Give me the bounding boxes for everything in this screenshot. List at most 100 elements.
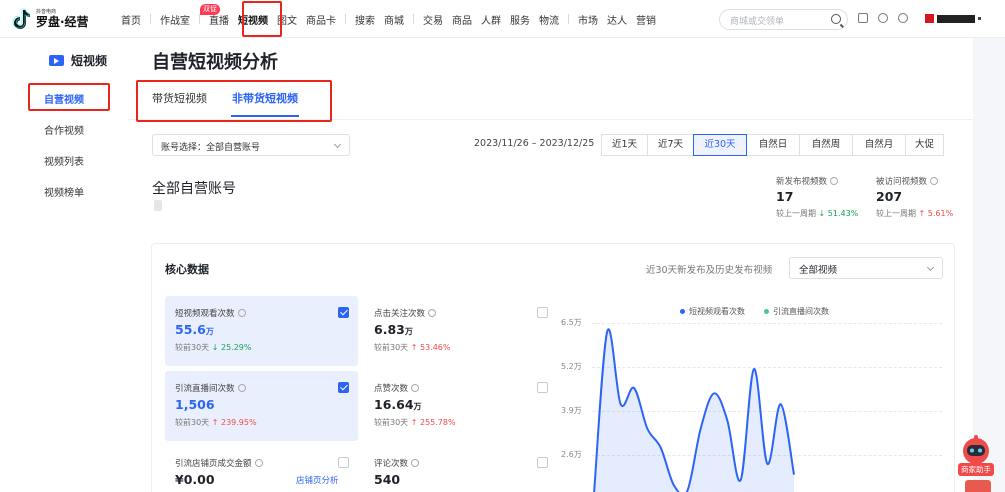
metric-change: 较前30天 ↓ 25.29% (175, 343, 252, 352)
assistant-label[interactable]: 商家助手 (958, 463, 994, 476)
highlight-box-tabs (136, 80, 332, 122)
help-icon (930, 177, 939, 185)
nav-item-search[interactable]: 搜索 (355, 12, 375, 27)
search-placeholder: 商城或交领单 (730, 17, 785, 27)
core-data-card: 核心数据 近30天新发布及历史发布视频 全部视频 短视频观看次数 55.6万 较… (151, 243, 955, 492)
metric-likes[interactable]: 点赞次数 16.64万 较前30天 ↑ 255.78% (364, 371, 557, 441)
metric-value: ¥0.00 (175, 472, 215, 487)
tiktok-logo-icon (12, 8, 32, 30)
metric-checkbox[interactable] (537, 457, 548, 468)
metric-checkbox[interactable] (537, 382, 548, 393)
nav-item-home[interactable]: 首页 (121, 12, 141, 27)
sidebar-title: 短视频 (49, 52, 107, 69)
video-scope-select[interactable]: 全部视频 (789, 257, 943, 279)
logo[interactable]: 抖音电商 罗盘·经营 (12, 8, 89, 30)
sidebar-title-label: 短视频 (71, 54, 108, 68)
y-tick-label: 3.9万 (561, 406, 582, 415)
help-icon (237, 309, 246, 317)
metric-label: 评论次数 (374, 457, 420, 469)
metric-checkbox[interactable] (537, 307, 548, 318)
user-icon[interactable] (878, 13, 888, 23)
range-promo-button[interactable]: 大促 (905, 134, 944, 156)
account-select[interactable]: 账号选择：全部自营账号 (152, 134, 350, 156)
metric-label: 引流店铺页成交金额 (175, 457, 263, 469)
kpi-new-videos-label: 新发布视频数 (776, 175, 839, 187)
y-tick-label: 6.5万 (561, 318, 582, 327)
nav-item-audience[interactable]: 人群 (481, 12, 501, 27)
sidebar-item-partner-videos[interactable]: 合作视频 (44, 122, 84, 137)
nav-item-product-card[interactable]: 商品卡 (306, 12, 336, 27)
right-gutter (973, 38, 1005, 492)
sidebar-item-video-ranking[interactable]: 视频榜单 (44, 184, 84, 199)
nav-item-mall[interactable]: 商城 (384, 12, 404, 27)
range-selector: 近1天 近7天 近30天 自然日 自然周 自然月 大促 (601, 134, 944, 156)
nav-divider (568, 14, 569, 24)
kpi-new-videos-value: 17 (776, 189, 794, 204)
kpi-visited-videos-label: 被访问视频数 (876, 175, 939, 187)
help-icon (411, 384, 420, 392)
nav-item-market[interactable]: 市场 (578, 12, 598, 27)
help-icon (428, 309, 437, 317)
nav-item-product[interactable]: 商品 (452, 12, 472, 27)
kpi-new-videos-change: 较上一周期 ↓ 51.43% (776, 209, 859, 218)
line-chart[interactable] (584, 302, 944, 492)
range-natural-month-button[interactable]: 自然月 (852, 134, 906, 156)
core-data-title: 核心数据 (165, 263, 209, 276)
nav-divider (413, 14, 414, 24)
metric-label: 引流直播间次数 (175, 382, 246, 394)
metric-value: 6.83万 (374, 322, 413, 337)
nav-item-trade[interactable]: 交易 (423, 12, 443, 27)
metric-video-views[interactable]: 短视频观看次数 55.6万 较前30天 ↓ 25.29% (165, 296, 358, 366)
monitor-icon[interactable] (858, 13, 868, 23)
section-title: 全部自营账号 (152, 181, 236, 197)
chevron-down-icon (333, 140, 342, 149)
nav-divider (150, 14, 151, 24)
search-icon[interactable] (831, 14, 841, 24)
metric-checkbox[interactable] (338, 307, 349, 318)
metric-comments[interactable]: 评论次数 540 (364, 446, 557, 492)
nav-item-service[interactable]: 服务 (510, 12, 530, 27)
sidebar-item-video-list[interactable]: 视频列表 (44, 153, 84, 168)
store-page-analysis-link[interactable]: 店铺页分析 (296, 474, 339, 486)
video-icon (49, 55, 64, 66)
toolbar-icons (858, 13, 908, 23)
nav-item-war-room[interactable]: 作战室 (160, 12, 190, 27)
account-avatar-placeholder (154, 200, 162, 211)
metric-value: 55.6万 (175, 322, 214, 337)
chevron-down-icon (926, 263, 935, 272)
metric-live-room-traffic[interactable]: 引流直播间次数 1,506 较前30天 ↑ 239.95% (165, 371, 358, 441)
range-1d-button[interactable]: 近1天 (601, 134, 648, 156)
kpi-visited-videos-value: 207 (876, 189, 903, 204)
range-7d-button[interactable]: 近7天 (647, 134, 694, 156)
help-icon (411, 459, 420, 467)
account-select-value: 账号选择：全部自营账号 (161, 143, 261, 153)
promo-badge: 双促 (200, 4, 220, 15)
nav-item-influencer[interactable]: 达人 (607, 12, 627, 27)
metric-follow-clicks[interactable]: 点击关注次数 6.83万 较前30天 ↑ 53.46% (364, 296, 557, 366)
page-title: 自营短视频分析 (152, 52, 278, 73)
highlight-box-sidebar (28, 83, 110, 111)
nav-divider (199, 14, 200, 24)
back-to-top-button[interactable] (965, 480, 991, 492)
metric-value: 1,506 (175, 397, 215, 412)
y-tick-label: 2.6万 (561, 450, 582, 459)
kpi-visited-videos-change: 较上一周期 ↑ 5.61% (876, 209, 954, 218)
range-natural-day-button[interactable]: 自然日 (746, 134, 800, 156)
info-icon[interactable] (898, 13, 908, 23)
highlight-box-nav (242, 1, 282, 37)
range-30d-button[interactable]: 近30天 (693, 134, 747, 156)
range-natural-week-button[interactable]: 自然周 (799, 134, 853, 156)
nav-item-logistics[interactable]: 物流 (539, 12, 559, 27)
metric-change: 较前30天 ↑ 239.95% (175, 418, 257, 427)
y-tick-label: 5.2万 (561, 362, 582, 371)
metric-change: 较前30天 ↑ 53.46% (374, 343, 451, 352)
account-menu[interactable] (925, 14, 981, 23)
metric-label: 点赞次数 (374, 382, 420, 394)
search-input[interactable]: 商城或交领单 (719, 9, 848, 30)
date-range: 2023/11/26 – 2023/12/25 (474, 138, 595, 149)
metric-checkbox[interactable] (338, 457, 349, 468)
metric-change: 较前30天 ↑ 255.78% (374, 418, 456, 427)
metric-label: 点击关注次数 (374, 307, 437, 319)
metric-checkbox[interactable] (338, 382, 349, 393)
nav-item-marketing[interactable]: 营销 (636, 12, 656, 27)
